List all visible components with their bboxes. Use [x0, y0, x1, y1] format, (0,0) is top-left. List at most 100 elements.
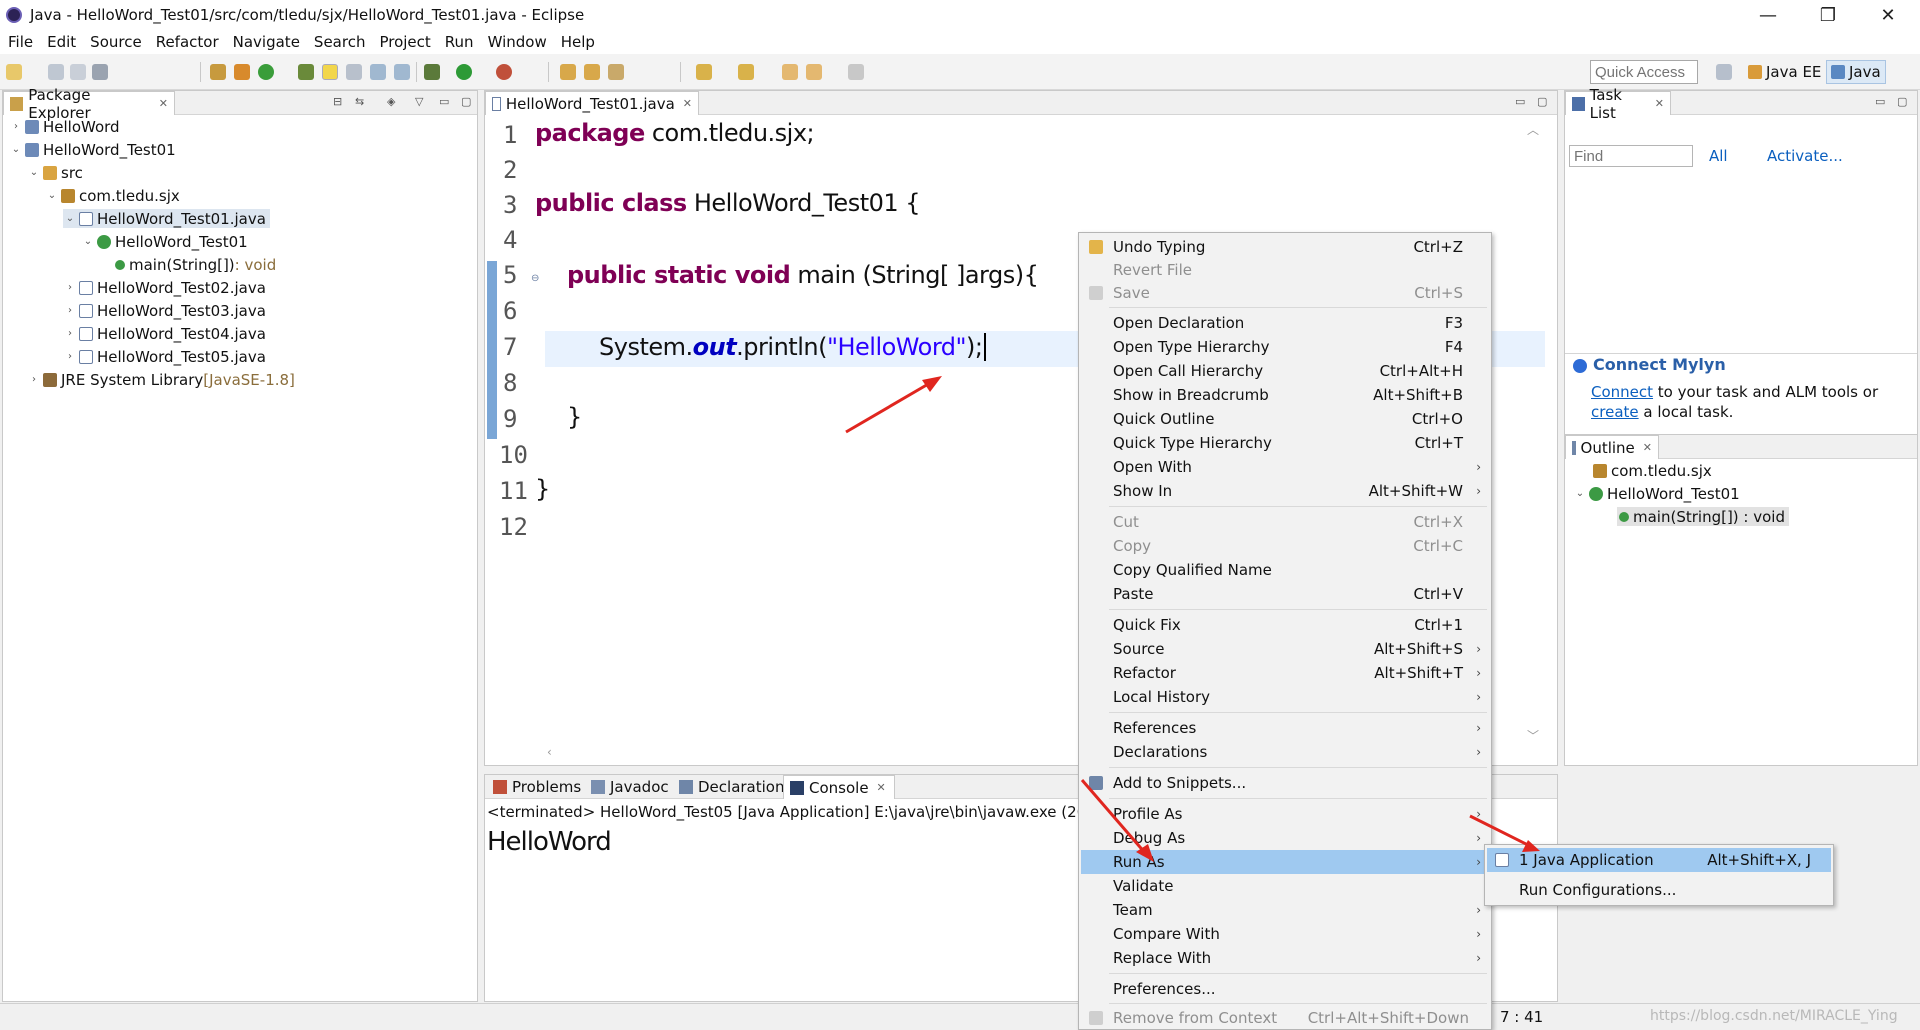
minimize-view-icon[interactable]: ▭	[1875, 95, 1885, 108]
perspective-java-ee[interactable]: Java EE	[1744, 60, 1825, 84]
menu-refactor[interactable]: Refactor Alt+Shift+T ›	[1081, 661, 1489, 685]
tree-item-file-test01[interactable]: ⌄ HelloWord_Test01.java	[63, 209, 270, 228]
tree-item-file-test02[interactable]: › HelloWord_Test02.java	[63, 278, 266, 297]
menu-cut[interactable]: Cut Ctrl+X	[1081, 510, 1489, 534]
create-link[interactable]: create	[1591, 403, 1639, 421]
tree-item-main-method[interactable]: main(String[]) : void	[113, 255, 276, 274]
collapse-icon[interactable]: ⌄	[63, 213, 77, 224]
code-line-1[interactable]: package com.tledu.sjx;	[535, 119, 815, 147]
scroll-down-icon[interactable]: ﹀	[1527, 727, 1539, 744]
last-edit-icon[interactable]	[782, 64, 798, 80]
expand-icon[interactable]: ›	[63, 328, 77, 339]
tree-item-file-test05[interactable]: › HelloWord_Test05.java	[63, 347, 266, 366]
expand-icon[interactable]: ›	[9, 121, 23, 132]
forward-icon[interactable]	[848, 64, 864, 80]
tree-item-package[interactable]: ⌄ com.tledu.sjx	[45, 186, 180, 205]
pen-icon[interactable]	[608, 64, 624, 80]
menu-source[interactable]: Source Alt+Shift+S ›	[1081, 637, 1489, 661]
connect-link[interactable]: Connect	[1591, 383, 1653, 401]
code-line-3[interactable]: public class HelloWord_Test01 {	[535, 189, 921, 217]
menu-declarations[interactable]: Declarations ›	[1081, 740, 1489, 764]
close-icon[interactable]: ✕	[877, 781, 886, 794]
maximize-view-icon[interactable]: ▢	[461, 95, 471, 108]
expand-icon[interactable]: ›	[63, 282, 77, 293]
back-icon[interactable]	[806, 64, 822, 80]
minimize-button[interactable]: —	[1740, 0, 1796, 30]
menu-open-with[interactable]: Open With ›	[1081, 455, 1489, 479]
menu-revert-file[interactable]: Revert File	[1081, 258, 1489, 282]
menu-local-history[interactable]: Local History ›	[1081, 685, 1489, 709]
menu-references[interactable]: References ›	[1081, 716, 1489, 740]
task-find-input[interactable]	[1569, 145, 1693, 167]
save-icon[interactable]	[48, 64, 64, 80]
outline-item-package[interactable]: com.tledu.sjx	[1591, 461, 1712, 480]
menu-quick-fix[interactable]: Quick Fix Ctrl+1	[1081, 613, 1489, 637]
run-icon[interactable]	[456, 64, 472, 80]
collapse-icon[interactable]: ⌄	[45, 190, 59, 201]
link-editor-icon[interactable]: ⇆	[355, 95, 364, 108]
debug-icon[interactable]	[424, 64, 440, 80]
new-class-icon[interactable]	[258, 64, 274, 80]
close-icon[interactable]: ✕	[683, 97, 692, 110]
menu-team[interactable]: Team ›	[1081, 898, 1489, 922]
menu-show-in-breadcrumb[interactable]: Show in Breadcrumb Alt+Shift+B	[1081, 383, 1489, 407]
menu-help[interactable]: Help	[554, 33, 602, 51]
tree-item-helloword[interactable]: › HelloWord	[9, 117, 120, 136]
menu-profile-as[interactable]: Profile As ›	[1081, 802, 1489, 826]
open-folder-icon[interactable]	[560, 64, 576, 80]
tree-item-file-test04[interactable]: › HelloWord_Test04.java	[63, 324, 266, 343]
menu-edit[interactable]: Edit	[40, 33, 83, 51]
new-icon[interactable]	[6, 64, 22, 80]
show-whitespace-icon[interactable]	[394, 64, 410, 80]
menu-copy[interactable]: Copy Ctrl+C	[1081, 534, 1489, 558]
menu-navigate[interactable]: Navigate	[226, 33, 307, 51]
minimize-view-icon[interactable]: ▭	[439, 95, 449, 108]
menu-project[interactable]: Project	[372, 33, 437, 51]
menu-copy-qualified-name[interactable]: Copy Qualified Name	[1081, 558, 1489, 582]
menu-save[interactable]: Save Ctrl+S	[1081, 281, 1489, 305]
menu-search[interactable]: Search	[307, 33, 373, 51]
menu-show-in[interactable]: Show In Alt+Shift+W ›	[1081, 479, 1489, 503]
menu-preferences[interactable]: Preferences...	[1081, 977, 1489, 1001]
close-icon[interactable]: ✕	[1643, 441, 1652, 454]
menu-open-call-hierarchy[interactable]: Open Call Hierarchy Ctrl+Alt+H	[1081, 359, 1489, 383]
maximize-button[interactable]: ❐	[1800, 0, 1856, 30]
tab-problems[interactable]: Problems	[487, 775, 587, 799]
tab-task-list[interactable]: Task List ✕	[1565, 86, 1671, 122]
tree-item-file-test03[interactable]: › HelloWord_Test03.java	[63, 301, 266, 320]
menu-remove-from-context[interactable]: Remove from Context Ctrl+Alt+Shift+Down	[1081, 1006, 1489, 1030]
expand-icon[interactable]: ›	[63, 351, 77, 362]
menu-open-declaration[interactable]: Open Declaration F3	[1081, 311, 1489, 335]
maximize-view-icon[interactable]: ▢	[1537, 95, 1547, 108]
maximize-view-icon[interactable]: ▢	[1897, 95, 1907, 108]
search-icon[interactable]	[346, 64, 362, 80]
toggle-block-icon[interactable]	[370, 64, 386, 80]
menu-undo-typing[interactable]: Undo Typing Ctrl+Z	[1081, 235, 1489, 259]
fold-icon[interactable]: ⊖	[531, 273, 539, 284]
collapse-icon[interactable]: ⌄	[27, 167, 41, 178]
collapse-icon[interactable]: ⌄	[81, 236, 95, 247]
tab-console[interactable]: Console ✕	[783, 775, 895, 799]
menu-paste[interactable]: Paste Ctrl+V	[1081, 582, 1489, 606]
code-line-9[interactable]: }	[567, 403, 582, 431]
outline-item-main-method[interactable]: main(String[]) : void	[1617, 507, 1789, 526]
activate-link[interactable]: Activate...	[1767, 147, 1843, 165]
perspective-java[interactable]: Java	[1826, 60, 1886, 84]
collapse-all-icon[interactable]: ⊟	[333, 95, 342, 108]
menu-compare-with[interactable]: Compare With ›	[1081, 922, 1489, 946]
tree-item-jre-library[interactable]: › JRE System Library [JavaSE-1.8]	[27, 370, 295, 389]
expand-icon[interactable]: ›	[27, 374, 41, 385]
menu-java-application[interactable]: 1 Java Application Alt+Shift+X, J	[1487, 848, 1831, 872]
expand-icon[interactable]: ›	[63, 305, 77, 316]
tab-outline[interactable]: Outline ✕	[1565, 435, 1659, 459]
menu-debug-as[interactable]: Debug As ›	[1081, 826, 1489, 850]
code-line-5[interactable]: public static void main (String[ ]args){	[567, 261, 1039, 289]
menu-validate[interactable]: Validate	[1081, 874, 1489, 898]
outline-item-class[interactable]: ⌄ HelloWord_Test01	[1573, 484, 1740, 503]
minimize-view-icon[interactable]: ▭	[1515, 95, 1525, 108]
menu-refactor[interactable]: Refactor	[149, 33, 226, 51]
scroll-up-icon[interactable]: ︿	[1527, 121, 1539, 138]
tree-item-helloword-test01[interactable]: ⌄ HelloWord_Test01	[9, 140, 176, 159]
menu-open-type-hierarchy[interactable]: Open Type Hierarchy F4	[1081, 335, 1489, 359]
menu-window[interactable]: Window	[481, 33, 554, 51]
